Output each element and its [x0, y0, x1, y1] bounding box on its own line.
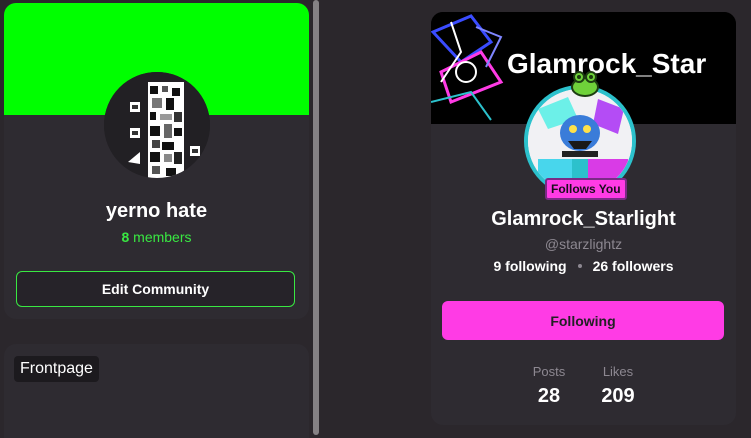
frog-icon [571, 71, 599, 97]
community-name: yerno hate [105, 200, 208, 222]
following-button[interactable]: Following [442, 301, 724, 340]
member-count: 8 [121, 229, 130, 245]
likes-value: 209 [601, 385, 635, 407]
profile-card: Glamrock_Star Follows You Glamrock_Starl… [431, 12, 736, 425]
community-members: 8 members [4, 229, 309, 245]
frontpage-tag[interactable]: Frontpage [14, 356, 99, 382]
follow-stats: 9 following 26 followers [431, 258, 736, 274]
followers-count[interactable]: 26 followers [593, 258, 674, 274]
edit-community-button[interactable]: Edit Community [16, 271, 295, 307]
community-avatar[interactable] [104, 72, 210, 178]
banner-text: Glamrock_Star [507, 48, 707, 79]
separator-dot [577, 264, 582, 268]
likes-stat: Likes 209 [588, 364, 648, 408]
posts-label: Posts [532, 364, 566, 379]
left-column: yerno hate 8 members Edit Community Fron… [4, 3, 309, 438]
posts-value: 28 [537, 385, 561, 407]
community-card: yerno hate 8 members Edit Community [4, 3, 309, 319]
posts-stat: Posts 28 [519, 364, 579, 408]
community-avatar-image [104, 72, 210, 178]
frontpage-card: Frontpage [4, 344, 309, 438]
following-count[interactable]: 9 following [493, 258, 566, 274]
follows-you-badge: Follows You [545, 178, 627, 200]
scrollbar[interactable] [313, 0, 319, 435]
likes-label: Likes [602, 364, 634, 379]
profile-display-name: Glamrock_Starlight [491, 208, 676, 230]
member-label: members [133, 229, 192, 245]
profile-handle: @starzlightz [544, 236, 623, 252]
